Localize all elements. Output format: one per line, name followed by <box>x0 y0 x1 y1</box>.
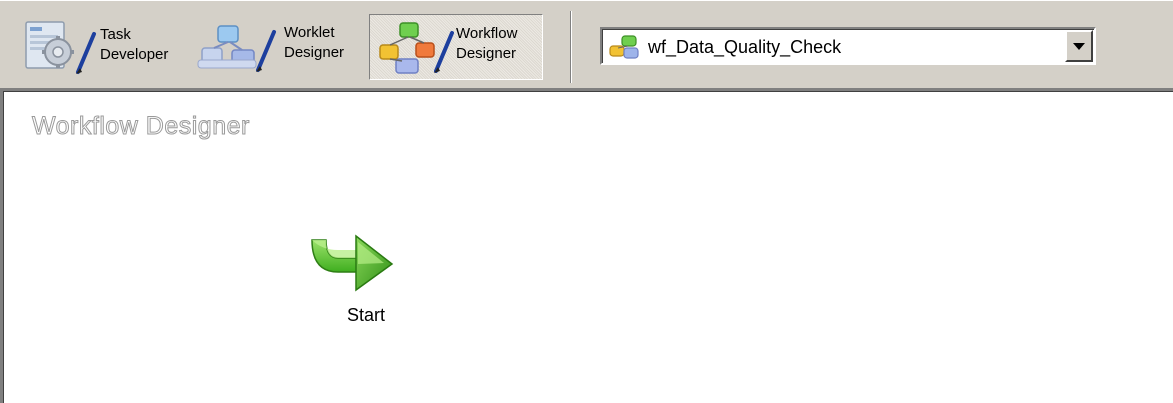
task-developer-label-line2: Developer <box>100 46 169 63</box>
workflow-canvas-area[interactable]: Workflow Designer Start <box>3 91 1173 403</box>
workflow-select-value: wf_Data_Quality_Check <box>648 37 842 57</box>
worklet-designer-button[interactable]: Worklet Designer <box>196 14 360 80</box>
workflow-designer-button[interactable]: Workflow Designer <box>369 14 543 80</box>
task-developer-icon <box>18 14 100 85</box>
canvas-title: Workflow Designer <box>32 112 250 141</box>
task-developer-label-line1: Task <box>100 26 131 43</box>
workflow-designer-label-line2: Designer <box>456 45 517 62</box>
workflow-designer-window: Task Developer Worklet Designer Workflow… <box>0 0 1173 403</box>
worklet-designer-icon <box>196 14 280 85</box>
workflow-designer-label-line1: Workflow <box>456 25 518 42</box>
worklet-designer-label-line2: Designer <box>284 44 345 61</box>
workflow-canvas[interactable]: Workflow Designer Start <box>0 88 1173 403</box>
worklet-designer-label-line1: Worklet <box>284 24 335 41</box>
chevron-down-icon <box>1073 43 1085 50</box>
workflow-select[interactable]: wf_Data_Quality_Check <box>600 27 1096 65</box>
start-node-label: Start <box>346 305 385 325</box>
task-developer-button[interactable]: Task Developer <box>18 14 188 80</box>
designer-toolbar: Task Developer Worklet Designer Workflow… <box>0 0 1173 88</box>
toolbar-divider <box>570 11 572 83</box>
dropdown-arrow-button[interactable] <box>1065 30 1093 62</box>
start-task-node[interactable]: Start <box>304 224 400 330</box>
workflow-designer-icon <box>372 17 456 84</box>
workflow-icon <box>608 34 642 65</box>
start-arrow-icon <box>308 224 398 299</box>
